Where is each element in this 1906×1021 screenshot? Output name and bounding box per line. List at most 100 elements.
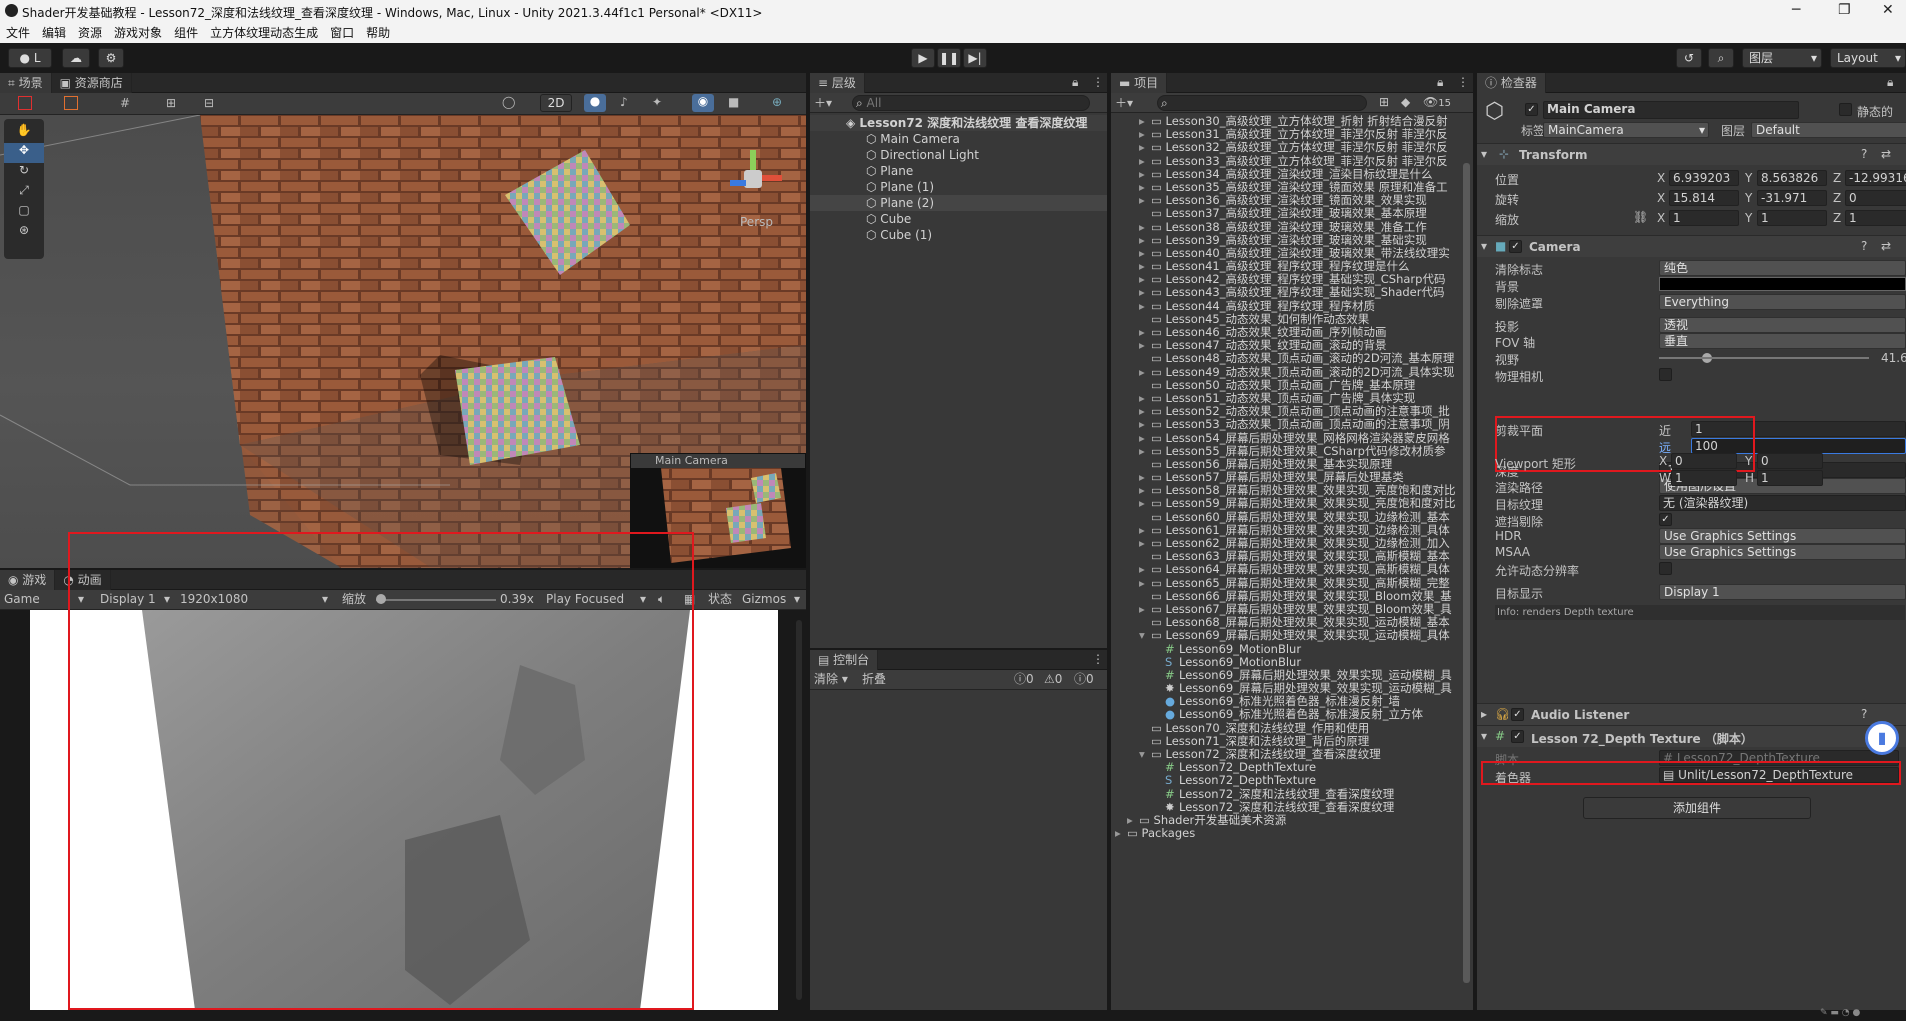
menu-cubemap[interactable]: 立方体纹理动态生成: [204, 22, 324, 41]
menu-assets[interactable]: 资源: [72, 22, 108, 41]
camera-enabled-checkbox[interactable]: ✓: [1509, 240, 1522, 253]
hand-tool-icon[interactable]: ✋: [4, 123, 44, 143]
project-item[interactable]: ▭ Lesson71_深度和法线纹理_背后的原理: [1111, 735, 1463, 748]
info-count[interactable]: ⓘ0: [1014, 670, 1034, 688]
project-item[interactable]: ▸ ▭ Lesson40_高级纹理_渲染纹理_玻璃效果_带法线纹理实: [1111, 247, 1463, 260]
project-item[interactable]: ▸ ▭ Shader开发基础美术资源: [1111, 814, 1463, 827]
target-display-dropdown[interactable]: Display 1: [1659, 584, 1906, 600]
menu-gameobject[interactable]: 游戏对象: [108, 22, 168, 41]
project-item[interactable]: # Lesson69_屏幕后期处理效果_效果实现_运动模糊_具: [1111, 669, 1463, 682]
project-item[interactable]: S Lesson69_MotionBlur: [1111, 656, 1463, 669]
stats-button[interactable]: 状态: [708, 590, 732, 608]
menu-help[interactable]: 帮助: [360, 22, 396, 41]
menu-file[interactable]: 文件: [0, 22, 36, 41]
lock-icon[interactable]: 🔒︎: [1072, 75, 1078, 90]
project-item[interactable]: ✸ Lesson72_深度和法线纹理_查看深度纹理: [1111, 801, 1463, 814]
project-item[interactable]: ▸ ▭ Lesson42_高级纹理_程序纹理_基础实现_CSharp代码: [1111, 273, 1463, 286]
chevron-right-icon[interactable]: ▸: [1139, 181, 1151, 194]
background-color-field[interactable]: [1659, 277, 1906, 291]
add-icon[interactable]: ＋▾: [1115, 94, 1133, 111]
project-search-input[interactable]: ⌕: [1157, 95, 1367, 111]
chevron-right-icon[interactable]: ▸: [1139, 484, 1151, 497]
project-item[interactable]: ▸ ▭ Lesson55_屏幕后期处理效果_CSharp代码修改材质参: [1111, 445, 1463, 458]
chevron-right-icon[interactable]: ▸: [1139, 234, 1151, 247]
object-name-field[interactable]: Main Camera: [1543, 101, 1799, 119]
camera-icon[interactable]: ■: [728, 95, 739, 109]
fov-slider[interactable]: [1659, 357, 1869, 359]
chevron-right-icon[interactable]: ▸: [1139, 115, 1151, 128]
layer-dropdown[interactable]: Default: [1751, 122, 1906, 138]
move-tool-icon[interactable]: ✥: [4, 143, 44, 163]
persp-label[interactable]: Persp: [740, 215, 773, 229]
gizmos-dropdown[interactable]: Gizmos: [742, 590, 786, 608]
project-item[interactable]: ▸ ▭ Lesson54_屏幕后期处理效果_网格网格渲染器蒙皮网格: [1111, 432, 1463, 445]
project-item[interactable]: ▸ ▭ Lesson49_动态效果_顶点动画_滚动的2D河流_具体实现: [1111, 366, 1463, 379]
project-item[interactable]: ▸ ▭ Lesson65_屏幕后期处理效果_效果实现_高斯模糊_完整: [1111, 577, 1463, 590]
chevron-right-icon[interactable]: ▸: [1139, 168, 1151, 181]
pos-y-field[interactable]: 8.563826: [1757, 170, 1827, 186]
more-icon[interactable]: ⋮: [1092, 652, 1104, 666]
project-item[interactable]: ▸ ▭ Lesson43_高级纹理_程序纹理_基础实现_Shader代码: [1111, 286, 1463, 299]
add-component-button[interactable]: 添加组件: [1583, 797, 1811, 819]
viewport-vw-field[interactable]: 1: [1671, 470, 1737, 486]
fov-axis-dropdown[interactable]: 垂直: [1659, 333, 1906, 349]
project-item[interactable]: ▭ Lesson56_屏幕后期处理效果_基本实现原理: [1111, 458, 1463, 471]
project-item[interactable]: ▸ ▭ Lesson67_屏幕后期处理效果_效果实现_Bloom效果_具: [1111, 603, 1463, 616]
script-enabled-checkbox[interactable]: ✓: [1511, 730, 1524, 743]
project-item[interactable]: ▸ ▭ Packages: [1111, 827, 1463, 840]
clear-flags-dropdown[interactable]: 纯色: [1659, 260, 1906, 276]
static-checkbox[interactable]: [1839, 103, 1852, 116]
tag-dropdown[interactable]: MainCamera ▾: [1543, 122, 1709, 138]
project-item[interactable]: ▸ ▭ Lesson53_动态效果_顶点动画_顶点动画的注意事项_阴: [1111, 418, 1463, 431]
chevron-right-icon[interactable]: ▸: [1139, 300, 1151, 313]
project-item[interactable]: ▭ Lesson50_动态效果_顶点动画_广告牌_基本原理: [1111, 379, 1463, 392]
rot-x-field[interactable]: 15.814: [1669, 190, 1739, 206]
chevron-right-icon[interactable]: ▸: [1139, 445, 1151, 458]
project-item[interactable]: ▸ ▭ Lesson38_高级纹理_渲染纹理_玻璃效果_准备工作: [1111, 221, 1463, 234]
project-item[interactable]: ▸ ▭ Lesson64_屏幕后期处理效果_效果实现_高斯模糊_具体: [1111, 563, 1463, 576]
lock-icon[interactable]: 🔒︎: [1887, 75, 1893, 90]
hierarchy-item-main-camera[interactable]: ⬡ Main Camera: [810, 131, 1107, 147]
project-item[interactable]: # Lesson72_深度和法线纹理_查看深度纹理: [1111, 788, 1463, 801]
effects-icon[interactable]: ✦: [652, 95, 662, 109]
filter-type-icon[interactable]: ⊞: [1379, 95, 1389, 109]
history-button[interactable]: ↺: [1676, 48, 1702, 68]
snap-icon[interactable]: ⊞: [166, 96, 176, 110]
project-item[interactable]: ▸ ▭ Lesson44_高级纹理_程序纹理_程序材质: [1111, 300, 1463, 313]
project-item[interactable]: ▸ ▭ Lesson35_高级纹理_渲染纹理_镜面效果 原理和准备工: [1111, 181, 1463, 194]
script-header[interactable]: ▾ # ✓ Lesson 72_Depth Texture （脚本）: [1477, 725, 1906, 747]
chevron-right-icon[interactable]: ▸: [1139, 194, 1151, 207]
floating-widget-icon[interactable]: ▮: [1865, 721, 1899, 755]
rotate-tool-icon[interactable]: ↻: [4, 163, 44, 183]
scene-viewport[interactable]: ✋ ✥ ↻ ⤢ ▢ ⊛ Persp Main Camera: [0, 115, 806, 568]
viewport-vy-field[interactable]: 0: [1757, 453, 1823, 469]
project-item[interactable]: ▸ ▭ Lesson57_屏幕后期处理效果_屏幕后处理基类: [1111, 471, 1463, 484]
project-item[interactable]: ● Lesson69_标准光照着色器_标准漫反射_墙: [1111, 695, 1463, 708]
transform-tool-icon[interactable]: ⊛: [4, 223, 44, 243]
chevron-right-icon[interactable]: ▸: [1139, 471, 1151, 484]
project-item[interactable]: ▸ ▭ Lesson32_高级纹理_立方体纹理_菲涅尔反射 菲涅尔反: [1111, 141, 1463, 154]
chevron-right-icon[interactable]: ▸: [1139, 260, 1151, 273]
project-item[interactable]: ▸ ▭ Lesson46_动态效果_纹理动画_序列帧动画: [1111, 326, 1463, 339]
project-item[interactable]: # Lesson72_DepthTexture: [1111, 761, 1463, 774]
rect-tool-icon[interactable]: ▢: [4, 203, 44, 223]
fov-value[interactable]: 41.6: [1881, 351, 1906, 365]
chevron-right-icon[interactable]: ▸: [1139, 141, 1151, 154]
visibility-icon[interactable]: ◉: [692, 94, 714, 112]
game-scrollbar[interactable]: [796, 620, 802, 1000]
chevron-right-icon[interactable]: ▸: [1139, 432, 1151, 445]
rot-y-field[interactable]: -31.971: [1757, 190, 1827, 206]
project-item[interactable]: # Lesson69_MotionBlur: [1111, 643, 1463, 656]
hierarchy-item-plane[interactable]: ⬡ Plane: [810, 163, 1107, 179]
increment-icon[interactable]: ⊟: [204, 96, 214, 110]
add-icon[interactable]: ＋▾: [814, 94, 832, 111]
tab-project[interactable]: ▬ 项目: [1111, 73, 1168, 93]
shading-icon[interactable]: [64, 96, 78, 110]
tab-asset-store[interactable]: ▣ 资源商店: [51, 73, 132, 93]
hidden-packages-icon[interactable]: 👁︎15: [1423, 95, 1451, 109]
preset-icon[interactable]: ⇄: [1881, 239, 1891, 253]
chevron-right-icon[interactable]: ▸: [1139, 418, 1151, 431]
project-item[interactable]: ● Lesson69_标准光照着色器_标准漫反射_立方体: [1111, 708, 1463, 721]
chevron-right-icon[interactable]: ▸: [1139, 155, 1151, 168]
scl-y-field[interactable]: 1: [1757, 210, 1827, 226]
